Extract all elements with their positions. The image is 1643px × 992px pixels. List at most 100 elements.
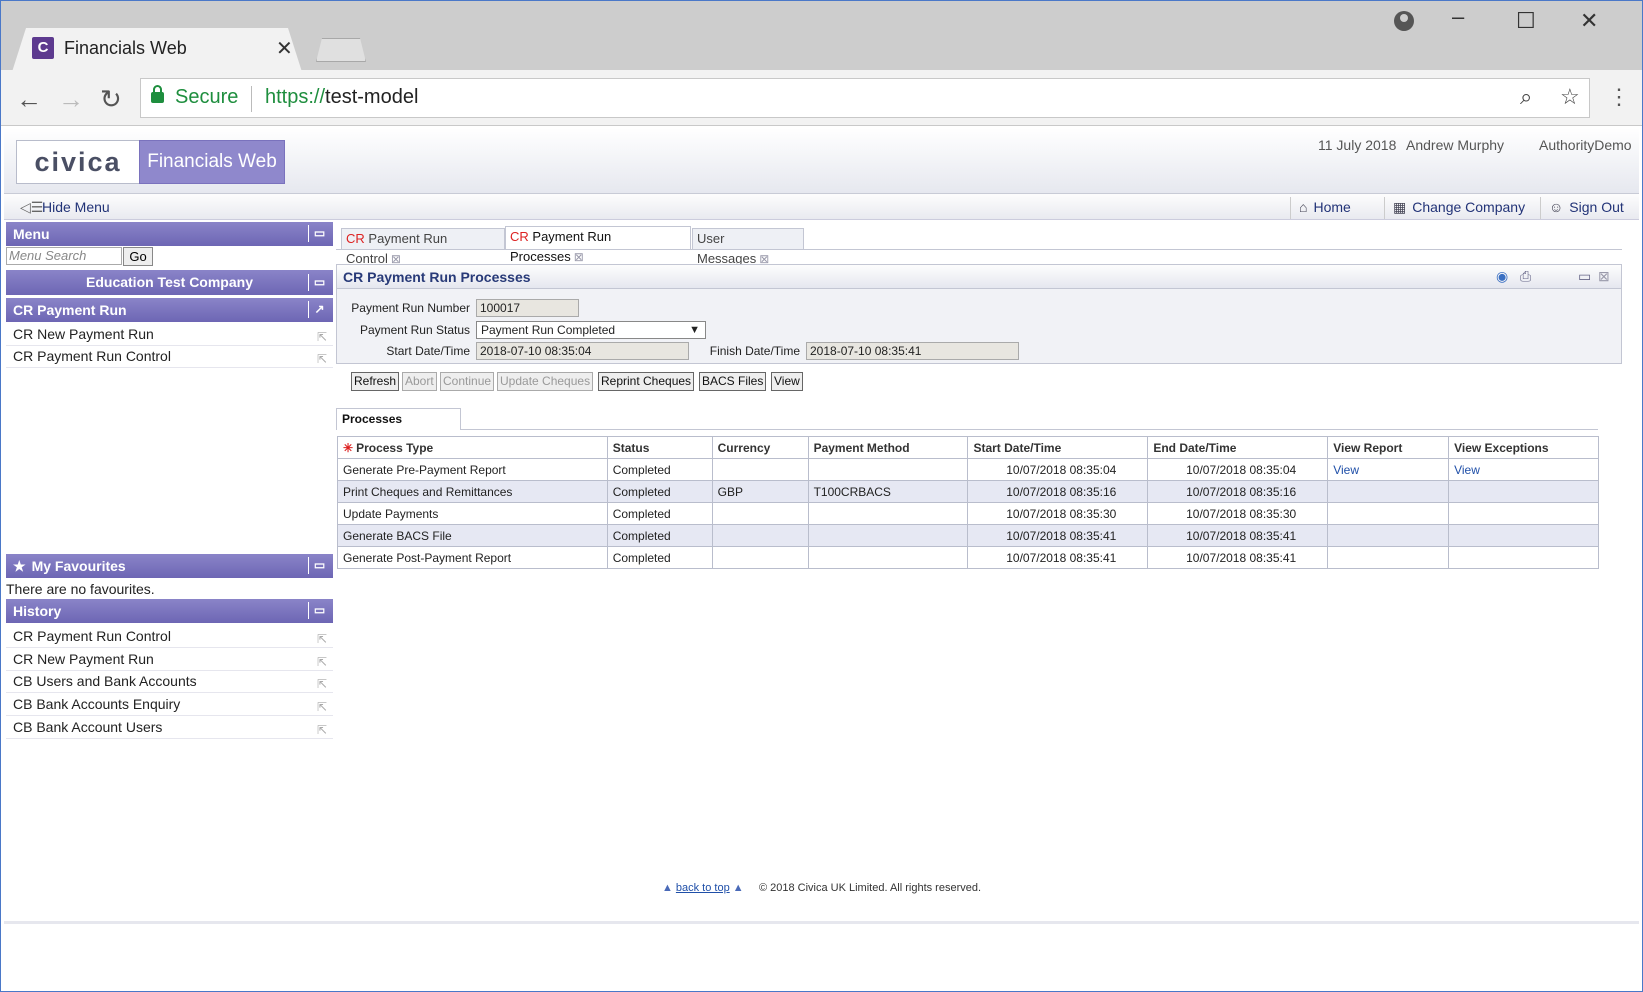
panel-options-icon[interactable]: ▭ [1578,268,1591,285]
url-text[interactable]: https://test-model [265,86,418,109]
window-close-icon[interactable]: ✕ [1580,8,1598,34]
open-window-icon[interactable]: ⇱ [317,652,327,673]
company-panel-icon[interactable]: ▭ [308,274,330,291]
view-exceptions-link[interactable]: View [1454,463,1480,477]
menu-section-header[interactable]: CR Payment Run ↗ [6,298,333,322]
cell-start: 10/07/2018 08:35:30 [967,502,1149,525]
start-datetime-field[interactable]: 2018-07-10 08:35:04 [476,342,689,360]
help-icon[interactable]: ◉ [1496,268,1508,285]
print-icon[interactable]: ⎙ [1520,268,1531,285]
maximize-icon[interactable]: ☐ [1516,8,1536,34]
favourites-header: ★ My Favourites ▭ [6,554,333,578]
tab-processes[interactable]: Processes [336,408,461,430]
table-row[interactable]: Generate BACS File Completed 10/07/2018 … [337,524,1599,547]
column-header-view-report[interactable]: View Report [1327,436,1450,459]
header-authority: AuthorityDemo [1539,137,1632,153]
table-row[interactable]: Generate Pre-Payment Report Completed 10… [337,458,1599,481]
tab-close-icon[interactable]: ✕ [276,36,293,61]
back-to-top-link[interactable]: back to top [676,882,730,894]
panel-close-icon[interactable]: ⊠ [1598,268,1610,285]
view-button[interactable]: View [771,372,803,391]
cell-view-exceptions [1448,502,1599,525]
history-item[interactable]: CR Payment Run Control ⇱ [6,626,333,648]
column-header-start[interactable]: Start Date/Time [967,436,1149,459]
cell-end: 10/07/2018 08:35:41 [1147,524,1329,547]
table-header-row: ✳ Process Type Status Currency Payment Me… [337,436,1599,459]
column-header-view-exceptions[interactable]: View Exceptions [1448,436,1599,459]
continue-button[interactable]: Continue [440,372,495,391]
tab-payment-run-processes[interactable]: CR Payment Run Processes ⊠ [505,226,691,264]
finish-datetime-field[interactable]: 2018-07-10 08:35:41 [806,342,1019,360]
menu-search-go-button[interactable]: Go [123,247,153,266]
profile-icon[interactable] [1394,11,1414,31]
history-item[interactable]: CB Users and Bank Accounts ⇱ [6,671,333,693]
start-datetime-label: Start Date/Time [386,344,470,358]
run-status-select[interactable]: Payment Run Completed ▼ [476,321,706,339]
open-window-icon[interactable]: ⇱ [317,697,327,718]
menu-search-input[interactable]: Menu Search [6,247,122,265]
new-tab-button[interactable] [316,38,366,62]
tab-payment-run-control[interactable]: CR Payment Run Control ⊠ [341,228,505,266]
column-header-process-type[interactable]: ✳ Process Type [337,436,608,459]
home-link[interactable]: ⌂ Home [1290,197,1351,219]
bacs-files-button[interactable]: BACS Files [699,372,767,391]
sign-out-link[interactable]: ☺ Sign Out [1540,197,1624,219]
copyright-text: © 2018 Civica UK Limited. All rights res… [758,882,982,894]
cell-currency: GBP [711,480,809,503]
view-report-link[interactable]: View [1333,463,1359,477]
browser-menu-icon[interactable]: ⋮ [1608,84,1630,110]
cell-view-exceptions [1448,524,1599,547]
change-company-link[interactable]: ▦ Change Company [1384,197,1525,219]
page-title: CR Payment Run Processes [337,265,1621,289]
bookmark-star-icon[interactable]: ☆ [1560,84,1580,110]
reload-icon[interactable]: ↻ [100,84,122,115]
cell-payment-method [807,502,969,525]
refresh-button[interactable]: Refresh [351,372,400,391]
open-window-icon[interactable]: ⇱ [317,720,327,741]
history-collapse-icon[interactable]: ▭ [308,602,330,619]
cell-view-exceptions [1448,480,1599,503]
section-open-icon[interactable]: ↗ [308,301,330,318]
cell-status: Completed [606,502,713,525]
minimize-icon[interactable]: – [1452,4,1464,30]
menu-panel-header: Menu ▭ [6,222,333,246]
tab-close-icon[interactable]: ⊠ [574,250,584,264]
abort-button[interactable]: Abort [402,372,437,391]
table-row[interactable]: Update Payments Completed 10/07/2018 08:… [337,502,1599,525]
table-row[interactable]: Generate Post-Payment Report Completed 1… [337,546,1599,569]
column-header-payment-method[interactable]: Payment Method [807,436,969,459]
hide-menu-link[interactable]: ◁☰Hide Menu [20,199,110,216]
open-window-icon[interactable]: ⇱ [317,629,327,650]
reprint-cheques-button[interactable]: Reprint Cheques [598,372,695,391]
menu-collapse-icon[interactable]: ▭ [308,225,330,242]
cell-process-type: Print Cheques and Remittances [337,480,608,503]
company-header: Education Test Company ▭ [6,270,333,295]
cell-start: 10/07/2018 08:35:16 [967,480,1149,503]
menu-item-cr-new-payment-run[interactable]: CR New Payment Run ⇱ [6,324,333,346]
tab-user-messages[interactable]: User Messages ⊠ [692,228,804,266]
open-window-icon[interactable]: ⇱ [317,349,327,370]
back-arrow-icon[interactable]: ← [16,84,42,115]
lock-icon [151,85,164,103]
cell-currency [711,546,809,569]
cell-start: 10/07/2018 08:35:04 [967,458,1149,481]
cell-payment-method: T100CRBACS [807,480,969,503]
tabs-divider [336,249,1622,250]
column-header-status[interactable]: Status [606,436,713,459]
history-header: History ▭ [6,599,333,623]
open-window-icon[interactable]: ⇱ [317,327,327,348]
run-number-field[interactable]: 100017 [476,299,579,317]
history-item[interactable]: CR New Payment Run ⇱ [6,649,333,671]
favourites-collapse-icon[interactable]: ▭ [308,557,330,574]
open-window-icon[interactable]: ⇱ [317,674,327,695]
zoom-icon[interactable]: ⌕ [1520,84,1532,110]
table-row[interactable]: Print Cheques and Remittances Completed … [337,480,1599,503]
history-item[interactable]: CB Bank Account Users ⇱ [6,717,333,739]
column-header-currency[interactable]: Currency [711,436,809,459]
update-cheques-button[interactable]: Update Cheques [497,372,594,391]
history-item[interactable]: CB Bank Accounts Enquiry ⇱ [6,694,333,716]
header-user: Andrew Murphy [1406,137,1505,153]
forward-arrow-icon[interactable]: → [58,84,84,115]
column-header-end[interactable]: End Date/Time [1147,436,1329,459]
menu-item-cr-payment-run-control[interactable]: CR Payment Run Control ⇱ [6,346,333,368]
